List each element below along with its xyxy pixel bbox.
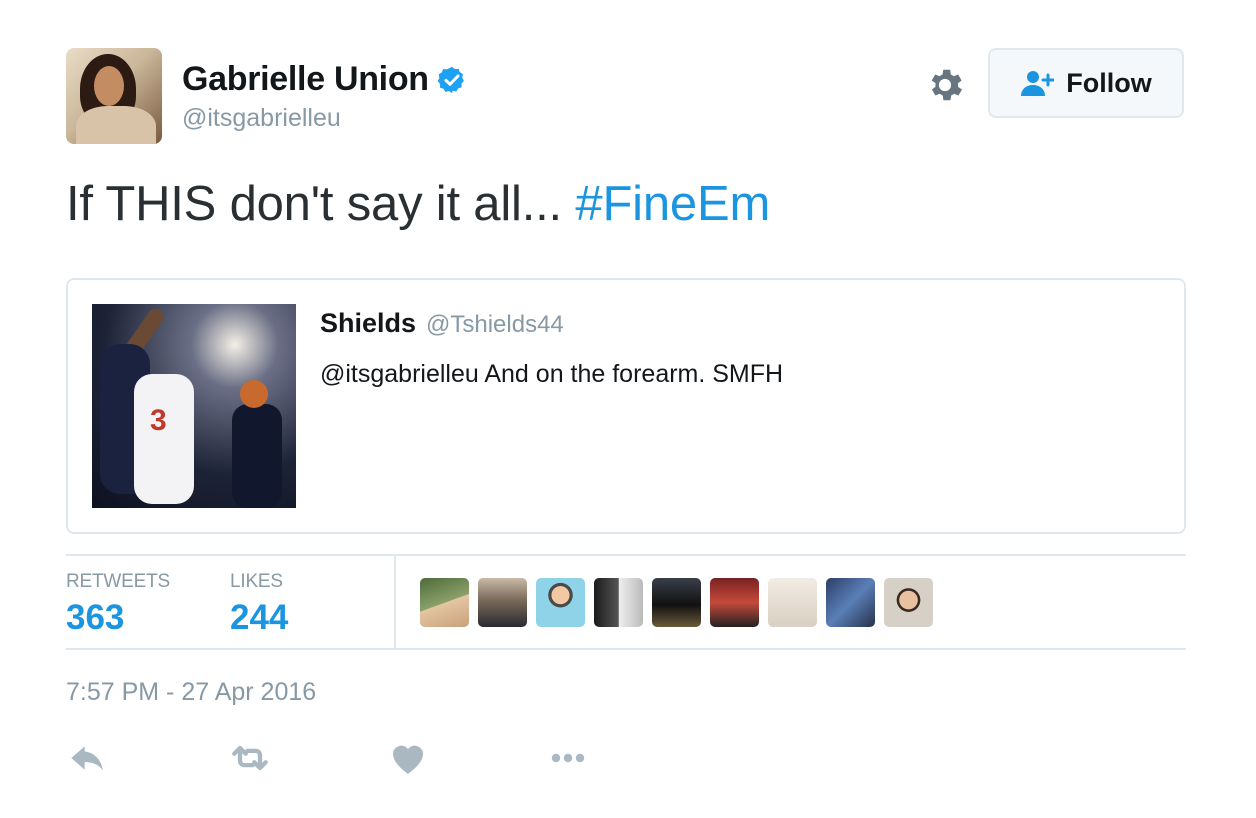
liker-avatar[interactable] xyxy=(884,578,933,627)
add-user-icon xyxy=(1021,71,1055,96)
likes-count[interactable]: 244 xyxy=(230,598,288,638)
quoted-tweet-text: @itsgabrielleu And on the forearm. SMFH xyxy=(320,360,784,388)
gear-icon[interactable] xyxy=(924,64,966,106)
quoted-author-handle: @Tshields44 xyxy=(426,311,564,338)
author-name[interactable]: Gabrielle Union xyxy=(182,60,429,99)
quoted-author-name: Shields xyxy=(320,308,417,338)
author-avatar[interactable] xyxy=(66,48,162,144)
follow-label: Follow xyxy=(1066,67,1152,98)
like-icon[interactable] xyxy=(388,738,428,778)
liker-avatar[interactable] xyxy=(768,578,817,627)
retweets-label: RETWEETS xyxy=(66,571,170,592)
tweet-timestamp[interactable]: 7:57 PM - 27 Apr 2016 xyxy=(66,678,316,707)
divider xyxy=(394,556,396,648)
liker-avatar[interactable] xyxy=(594,578,643,627)
liker-avatar[interactable] xyxy=(478,578,527,627)
retweets-count[interactable]: 363 xyxy=(66,598,124,638)
likers-avatars xyxy=(420,578,933,627)
divider xyxy=(66,648,1186,650)
reply-icon[interactable] xyxy=(68,738,108,778)
liker-avatar[interactable] xyxy=(710,578,759,627)
liker-avatar[interactable] xyxy=(826,578,875,627)
more-icon[interactable] xyxy=(548,738,588,778)
follow-button[interactable]: Follow xyxy=(988,48,1184,118)
hashtag-link[interactable]: #FineEm xyxy=(575,177,770,231)
author-handle[interactable]: @itsgabrielleu xyxy=(182,104,341,133)
liker-avatar[interactable] xyxy=(420,578,469,627)
tweet-body: If THIS don't say it all... xyxy=(66,177,576,231)
author-name-row: Gabrielle Union xyxy=(182,60,467,99)
retweet-icon[interactable] xyxy=(230,738,270,778)
divider xyxy=(66,554,1186,556)
likes-label: LIKES xyxy=(230,571,283,592)
liker-avatar[interactable] xyxy=(652,578,701,627)
verified-badge-icon xyxy=(437,66,464,93)
liker-avatar[interactable] xyxy=(536,578,585,627)
quoted-tweet-image[interactable]: 3 xyxy=(92,304,296,508)
tweet-text: If THIS don't say it all... #FineEm xyxy=(66,176,770,232)
